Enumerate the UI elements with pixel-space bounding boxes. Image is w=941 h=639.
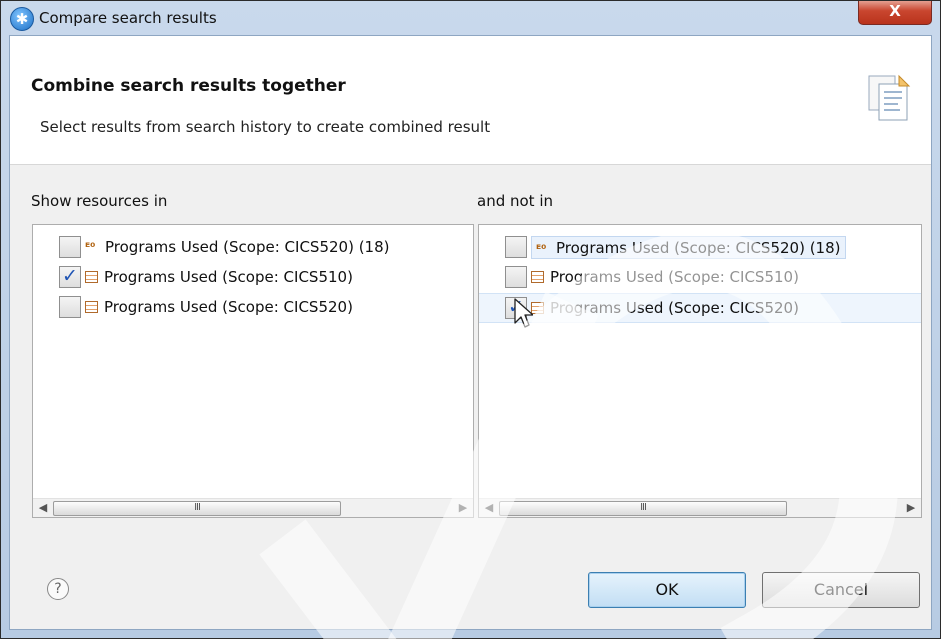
title-bar[interactable]: ✱ Compare search results X [1,1,940,35]
list-item-label: Programs Used (Scope: CICS520) [550,299,799,317]
dialog-heading: Combine search results together [31,76,346,96]
mouse-cursor-icon [514,298,533,328]
dialog-body: Combine search results together Select r… [9,35,932,630]
table-icon [531,271,544,283]
window-title: Compare search results [39,9,217,27]
cancel-button[interactable]: Cancel [762,572,920,608]
app-icon: ✱ [10,7,34,31]
comparison-icon: ᴱ⁰ [536,241,547,256]
scroll-left-icon[interactable]: ◀ [482,501,496,515]
dialog-description: Select results from search history to cr… [40,118,491,136]
help-icon[interactable]: ? [47,578,69,600]
scroll-thumb[interactable]: III [499,501,787,516]
list-item-hovered[interactable]: ✓ Programs Used (Scope: CICS520) [479,293,921,323]
scroll-thumb[interactable]: III [53,501,341,516]
list-item[interactable]: ᴱ⁰ Programs Used (Scope: CICS520) (18) [37,233,390,261]
table-icon [85,301,98,313]
checkbox[interactable] [505,266,527,288]
close-button[interactable]: X [858,1,932,25]
list-item-label: Programs Used (Scope: CICS520) (18) [556,238,841,257]
exclude-list-items: ᴱ⁰ Programs Used (Scope: CICS520) (18) Pr… [479,225,921,499]
scroll-right-icon[interactable]: ▶ [904,501,918,515]
list-item[interactable]: ᴱ⁰ Programs Used (Scope: CICS520) (18) [483,233,846,261]
list-item[interactable]: ✓ Programs Used (Scope: CICS510) [37,263,353,291]
exclude-list[interactable]: ᴱ⁰ Programs Used (Scope: CICS520) (18) Pr… [478,224,922,518]
list-item-label: Programs Used (Scope: CICS510) [550,268,799,286]
checkbox[interactable] [505,236,527,258]
include-list[interactable]: ᴱ⁰ Programs Used (Scope: CICS520) (18) ✓… [32,224,474,518]
include-list-items: ᴱ⁰ Programs Used (Scope: CICS520) (18) ✓… [33,225,473,499]
horizontal-scrollbar[interactable]: ◀ III ▶ [33,498,473,517]
ok-button[interactable]: OK [588,572,746,608]
horizontal-scrollbar[interactable]: ◀ III ▶ [479,498,921,517]
checkbox-checked[interactable]: ✓ [59,266,81,288]
table-icon [85,271,98,283]
list-item[interactable]: Programs Used (Scope: CICS520) [37,293,353,321]
exclude-label: and not in [477,192,553,210]
comparison-icon: ᴱ⁰ [85,240,96,254]
documents-icon [868,74,911,121]
focused-item: ᴱ⁰ Programs Used (Scope: CICS520) (18) [531,235,846,259]
checkbox[interactable] [59,296,81,318]
include-label: Show resources in [31,192,168,210]
list-item[interactable]: Programs Used (Scope: CICS510) [483,263,799,291]
list-item-label: Programs Used (Scope: CICS520) (18) [105,238,390,256]
checkbox[interactable] [59,236,81,258]
list-item-label: Programs Used (Scope: CICS520) [104,298,353,316]
dialog-window: ✱ Compare search results X Combine searc… [0,0,941,639]
list-item-label: Programs Used (Scope: CICS510) [104,268,353,286]
header-banner: Combine search results together Select r… [10,36,931,165]
scroll-left-icon[interactable]: ◀ [36,501,50,515]
scroll-right-icon[interactable]: ▶ [456,501,470,515]
